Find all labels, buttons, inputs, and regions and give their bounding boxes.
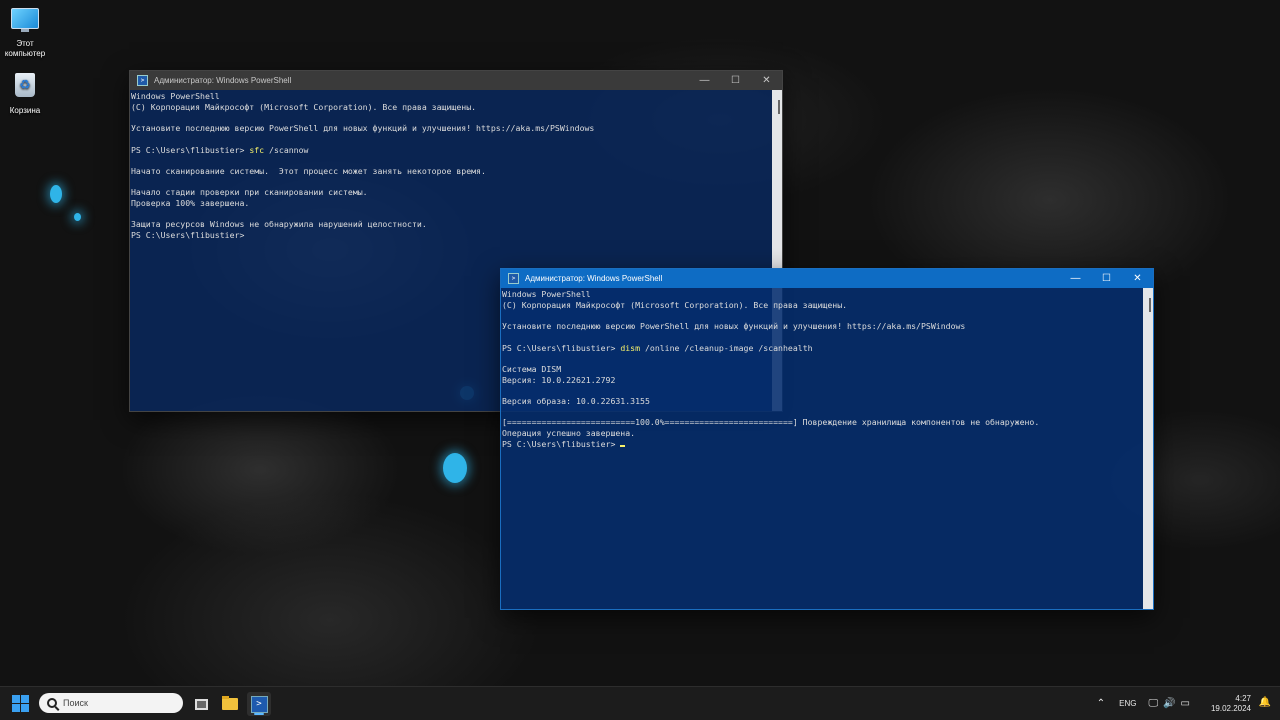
console-line: ​ <box>131 155 782 166</box>
window-title: Администратор: Windows PowerShell <box>154 76 292 85</box>
folder-icon <box>222 696 238 710</box>
wallpaper-droplet <box>50 185 62 203</box>
console-line: Windows PowerShell <box>502 289 591 299</box>
console-line: Установите последнюю версию PowerShell д… <box>131 123 595 134</box>
powershell-taskbar-button[interactable]: > <box>247 692 271 716</box>
console-line: Начато сканирование системы. Этот процес… <box>131 165 486 176</box>
console-line: Операция успешно завершена. <box>502 428 636 439</box>
console-line: ​ <box>131 177 782 188</box>
prompt: PS C:\Users\flibustier> <box>502 438 621 449</box>
language-indicator[interactable]: ENG <box>1119 699 1136 708</box>
chevron-up-icon[interactable]: ⌃ <box>1097 698 1105 709</box>
command-args: /online /cleanup-image /scanhealth <box>640 342 813 353</box>
wallpaper-droplet <box>443 453 467 483</box>
console-line: Windows PowerShell <box>131 91 220 101</box>
console-line: ​ <box>502 310 1153 321</box>
prompt: PS C:\Users\flibustier> <box>131 144 250 155</box>
console-line: PS C:\Users\flibustier> <box>131 230 245 241</box>
desktop-icon-recycle-bin[interactable]: Корзина <box>0 73 50 116</box>
progress-line: [==========================100.0%=======… <box>502 417 1040 428</box>
wallpaper-droplet <box>74 213 81 221</box>
scrollbar-thumb[interactable] <box>778 100 780 114</box>
taskbar: Поиск > ⌃ ENG 🖵 🔊 ▭ 4:27 19.02.2024 🔔 <box>0 686 1280 720</box>
console-line: ​ <box>131 134 782 145</box>
command-name: dism <box>620 342 641 353</box>
minimize-button[interactable]: — <box>1060 269 1091 288</box>
console-line: Начало стадии проверки при сканировании … <box>131 187 368 198</box>
task-view-icon <box>194 698 208 710</box>
desktop-icon-label: компьютер <box>4 49 46 58</box>
console-prompt-line[interactable]: PS C:\Users\flibustier> <box>502 439 1153 450</box>
clock-time: 4:27 <box>1235 694 1251 703</box>
window-titlebar[interactable]: > Администратор: Windows PowerShell — ☐ … <box>501 269 1153 288</box>
desktop-icon-label: Этот <box>16 39 34 48</box>
close-button[interactable]: ✕ <box>1122 269 1153 288</box>
file-explorer-button[interactable] <box>218 692 242 716</box>
powershell-icon: > <box>508 273 519 284</box>
console-line: Установите последнюю версию PowerShell д… <box>502 321 966 332</box>
console-line: (C) Корпорация Майкрософт (Microsoft Cor… <box>131 101 477 112</box>
console-line: Система DISM <box>502 363 562 374</box>
taskbar-search-box[interactable]: Поиск <box>39 693 183 713</box>
console-output[interactable]: Windows PowerShell (C) Корпорация Майкрос… <box>501 288 1153 609</box>
console-line: ​ <box>502 385 1153 396</box>
windows-logo-icon <box>12 695 20 703</box>
windows-logo-icon <box>21 704 29 712</box>
powershell-icon: > <box>137 75 148 86</box>
search-placeholder: Поиск <box>63 698 88 708</box>
windows-logo-icon <box>12 704 20 712</box>
powershell-window-dism[interactable]: > Администратор: Windows PowerShell — ☐ … <box>500 268 1154 610</box>
console-line: Версия: 10.0.22621.2792 <box>502 374 616 385</box>
console-line: ​ <box>131 112 782 123</box>
command-name: sfc <box>249 144 265 155</box>
recycle-bin-icon <box>15 73 35 97</box>
taskbar-clock[interactable]: 4:27 19.02.2024 <box>1211 694 1251 714</box>
active-indicator <box>254 713 264 715</box>
search-icon <box>47 698 57 708</box>
maximize-button[interactable]: ☐ <box>1091 269 1122 288</box>
console-line: ​ <box>502 407 1153 418</box>
clock-date: 19.02.2024 <box>1210 704 1251 713</box>
notification-bell-icon[interactable]: 🔔 <box>1259 697 1271 708</box>
battery-icon[interactable]: ▭ <box>1181 698 1190 709</box>
console-line: Версия образа: 10.0.22631.3155 <box>502 396 650 407</box>
windows-logo-icon <box>21 695 29 703</box>
maximize-button[interactable]: ☐ <box>720 71 751 90</box>
computer-icon <box>11 8 39 32</box>
command-args: /scannow <box>264 144 309 155</box>
minimize-button[interactable]: — <box>689 71 720 90</box>
console-line: ​ <box>131 209 782 220</box>
console-line: (C) Корпорация Майкрософт (Microsoft Cor… <box>502 299 848 310</box>
scrollbar[interactable] <box>1143 288 1153 609</box>
task-view-button[interactable] <box>189 692 213 716</box>
desktop-icon-label: Корзина <box>9 106 41 115</box>
text-cursor <box>620 444 626 447</box>
window-title: Администратор: Windows PowerShell <box>525 274 663 283</box>
scrollbar-thumb[interactable] <box>1149 298 1151 312</box>
console-command-line: PS C:\Users\flibustier> sfc /scannow <box>131 145 782 156</box>
console-line: ​ <box>502 332 1153 343</box>
system-tray: ⌃ ENG 🖵 🔊 ▭ <box>1097 687 1190 720</box>
prompt: PS C:\Users\flibustier> <box>502 342 621 353</box>
console-line: Защита ресурсов Windows не обнаружила на… <box>131 219 427 230</box>
start-button[interactable] <box>12 695 29 712</box>
powershell-icon: > <box>250 695 268 713</box>
network-icon[interactable]: 🖵 <box>1148 698 1158 709</box>
console-command-line: PS C:\Users\flibustier> dism /online /cl… <box>502 343 1153 354</box>
console-line: ​ <box>502 353 1153 364</box>
close-button[interactable]: ✕ <box>751 71 782 90</box>
volume-icon[interactable]: 🔊 <box>1163 698 1175 709</box>
desktop-icon-this-pc[interactable]: Этот компьютер <box>0 8 50 59</box>
window-titlebar[interactable]: > Администратор: Windows PowerShell — ☐ … <box>130 71 782 90</box>
console-line: Проверка 100% завершена. <box>131 198 250 209</box>
